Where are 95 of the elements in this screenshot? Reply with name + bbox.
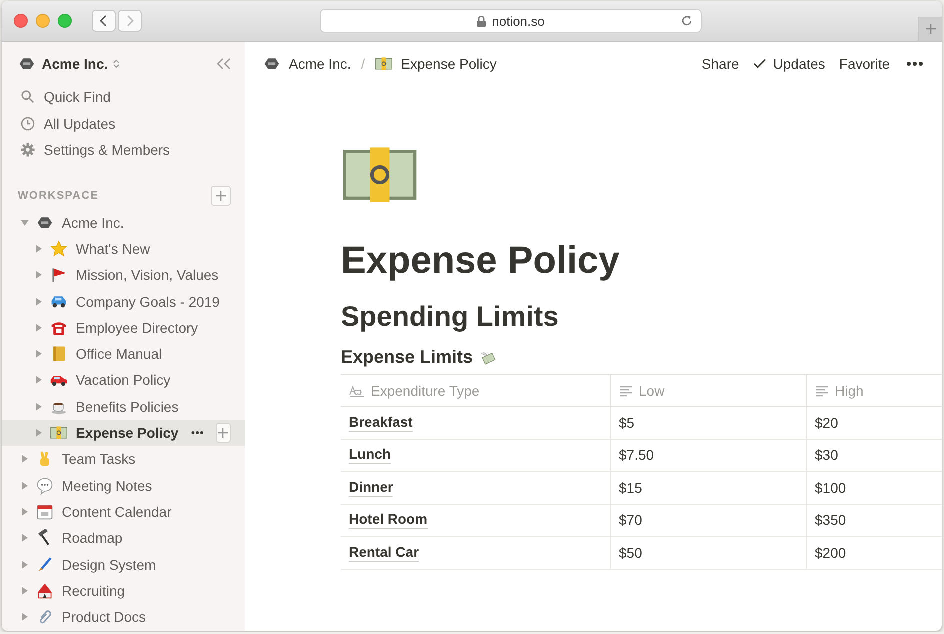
plus-icon[interactable] bbox=[217, 427, 230, 440]
sidebar-page-item[interactable]: Mission, Vision, Values bbox=[2, 262, 245, 288]
table-cell: $100 bbox=[807, 472, 942, 504]
sidebar-page-item[interactable]: Recruiting bbox=[2, 578, 245, 604]
disclosure-triangle-icon[interactable] bbox=[20, 560, 30, 570]
sidebar-page-item[interactable]: Company Goals - 2019 bbox=[2, 288, 245, 315]
add-page-button[interactable] bbox=[211, 186, 231, 206]
table-cell: $200 bbox=[807, 537, 942, 570]
sidebar-page-item[interactable]: Vacation Policy bbox=[2, 367, 245, 394]
settings-icon bbox=[20, 142, 36, 158]
sidebar-page-item[interactable]: Employee Directory bbox=[2, 314, 245, 341]
subsection-heading: Expense Limits bbox=[341, 347, 474, 368]
table-cell: Hotel Room bbox=[341, 504, 611, 537]
sidebar-page-item[interactable]: Acme Inc. bbox=[2, 210, 245, 236]
calendar-icon bbox=[36, 502, 54, 521]
back-button[interactable] bbox=[92, 10, 116, 32]
table-cell: Breakfast bbox=[341, 407, 611, 440]
paintbrush-icon bbox=[36, 556, 54, 574]
lock-icon bbox=[477, 16, 486, 26]
section-heading: Spending Limits bbox=[341, 301, 560, 333]
table-cell: Dinner bbox=[341, 472, 611, 504]
banknote-icon bbox=[50, 424, 68, 442]
sidebar-page-item[interactable]: Expense Policy bbox=[2, 420, 245, 446]
sidebar-nav-item[interactable]: All Updates bbox=[2, 110, 245, 137]
disclosure-triangle-icon[interactable] bbox=[20, 506, 30, 517]
table-cell: $30 bbox=[807, 440, 942, 472]
updown-chevron-icon[interactable] bbox=[113, 59, 120, 69]
search-icon bbox=[20, 89, 36, 106]
chevron-right-icon[interactable] bbox=[126, 15, 134, 27]
plus-icon[interactable] bbox=[215, 190, 227, 202]
new-tab-button[interactable] bbox=[918, 17, 942, 41]
sidebar-page-item[interactable]: Meeting Notes bbox=[2, 472, 245, 499]
disclosure-triangle-icon[interactable] bbox=[34, 296, 44, 307]
table-cell: Lunch bbox=[341, 440, 611, 472]
minimize-window-button[interactable] bbox=[36, 14, 50, 28]
sidebar-page-item[interactable]: Product Docs bbox=[2, 604, 245, 630]
circus-tent-icon bbox=[36, 582, 54, 600]
table-cell: $70 bbox=[611, 504, 807, 537]
toolbar-action[interactable]: Updates bbox=[753, 56, 826, 72]
toolbar-action[interactable]: Favorite bbox=[839, 56, 890, 72]
banknote-icon bbox=[375, 55, 394, 73]
more-options-icon[interactable] bbox=[906, 61, 924, 67]
sidebar-page-item[interactable]: Office Manual bbox=[2, 340, 245, 368]
sidebar-page-item[interactable]: Benefits Policies bbox=[2, 394, 245, 420]
add-page-button[interactable] bbox=[216, 423, 231, 444]
table-cell: Rental Car bbox=[341, 537, 611, 570]
disclosure-triangle-icon[interactable] bbox=[20, 586, 30, 596]
disclosure-triangle-icon[interactable] bbox=[20, 454, 30, 464]
more-options-icon[interactable] bbox=[190, 430, 204, 436]
collapse-sidebar-icon[interactable] bbox=[217, 58, 231, 70]
sidebar-page-item[interactable]: What's New bbox=[2, 236, 245, 262]
disclosure-triangle-icon[interactable] bbox=[34, 375, 44, 386]
disclosure-triangle-icon[interactable] bbox=[34, 402, 44, 412]
text-lines-icon bbox=[815, 384, 829, 396]
disclosure-triangle-icon[interactable] bbox=[34, 270, 44, 280]
sidebar-page-item[interactable]: Content Calendar bbox=[2, 498, 245, 526]
table-cell: $50 bbox=[611, 537, 807, 570]
toolbar-action[interactable]: Share bbox=[702, 56, 740, 72]
reload-icon[interactable] bbox=[681, 15, 693, 27]
section-label: WORKSPACE bbox=[18, 190, 99, 202]
disclosure-triangle-icon[interactable] bbox=[20, 612, 30, 622]
chevron-left-icon[interactable] bbox=[100, 15, 108, 27]
disclosure-triangle-icon[interactable] bbox=[20, 218, 30, 228]
sidebar-page-item[interactable]: Team Tasks bbox=[2, 446, 245, 472]
disclosure-triangle-icon[interactable] bbox=[20, 480, 30, 491]
clock-icon bbox=[20, 116, 36, 132]
disclosure-triangle-icon[interactable] bbox=[34, 349, 44, 360]
address-bar[interactable]: notion.so bbox=[320, 9, 702, 33]
breadcrumb-link[interactable]: Expense Policy bbox=[375, 55, 497, 73]
table-cell: $15 bbox=[611, 472, 807, 504]
table-cell: $350 bbox=[807, 504, 942, 537]
sidebar-nav-item[interactable]: Quick Find bbox=[2, 84, 245, 110]
table-cell: $5 bbox=[611, 407, 807, 440]
checkmark-icon bbox=[753, 57, 768, 71]
sidebar-page-item[interactable]: Design System bbox=[2, 551, 245, 578]
table-cell: $7.50 bbox=[611, 440, 807, 472]
zoom-window-button[interactable] bbox=[58, 14, 72, 28]
text-lines-icon bbox=[619, 384, 633, 396]
workspace-switcher[interactable]: Acme Inc. bbox=[42, 56, 108, 72]
table-cell: $20 bbox=[807, 407, 942, 440]
sidebar-nav-item[interactable]: Settings & Members bbox=[2, 137, 245, 164]
breadcrumb-separator: / bbox=[361, 56, 366, 72]
close-window-button[interactable] bbox=[14, 14, 28, 28]
disclosure-triangle-icon[interactable] bbox=[20, 533, 30, 544]
star-icon bbox=[50, 240, 68, 258]
page-title: Expense Policy bbox=[341, 240, 621, 283]
breadcrumb-link[interactable]: Acme Inc. bbox=[263, 55, 352, 73]
plus-icon[interactable] bbox=[924, 23, 936, 35]
disclosure-triangle-icon[interactable] bbox=[34, 322, 44, 333]
text-property-icon bbox=[349, 384, 365, 396]
speech-bubble-icon bbox=[36, 476, 54, 495]
sidebar-page-item[interactable]: Roadmap bbox=[2, 525, 245, 552]
flag-icon bbox=[50, 266, 68, 284]
disclosure-triangle-icon[interactable] bbox=[34, 428, 44, 438]
disclosure-triangle-icon[interactable] bbox=[34, 244, 44, 254]
